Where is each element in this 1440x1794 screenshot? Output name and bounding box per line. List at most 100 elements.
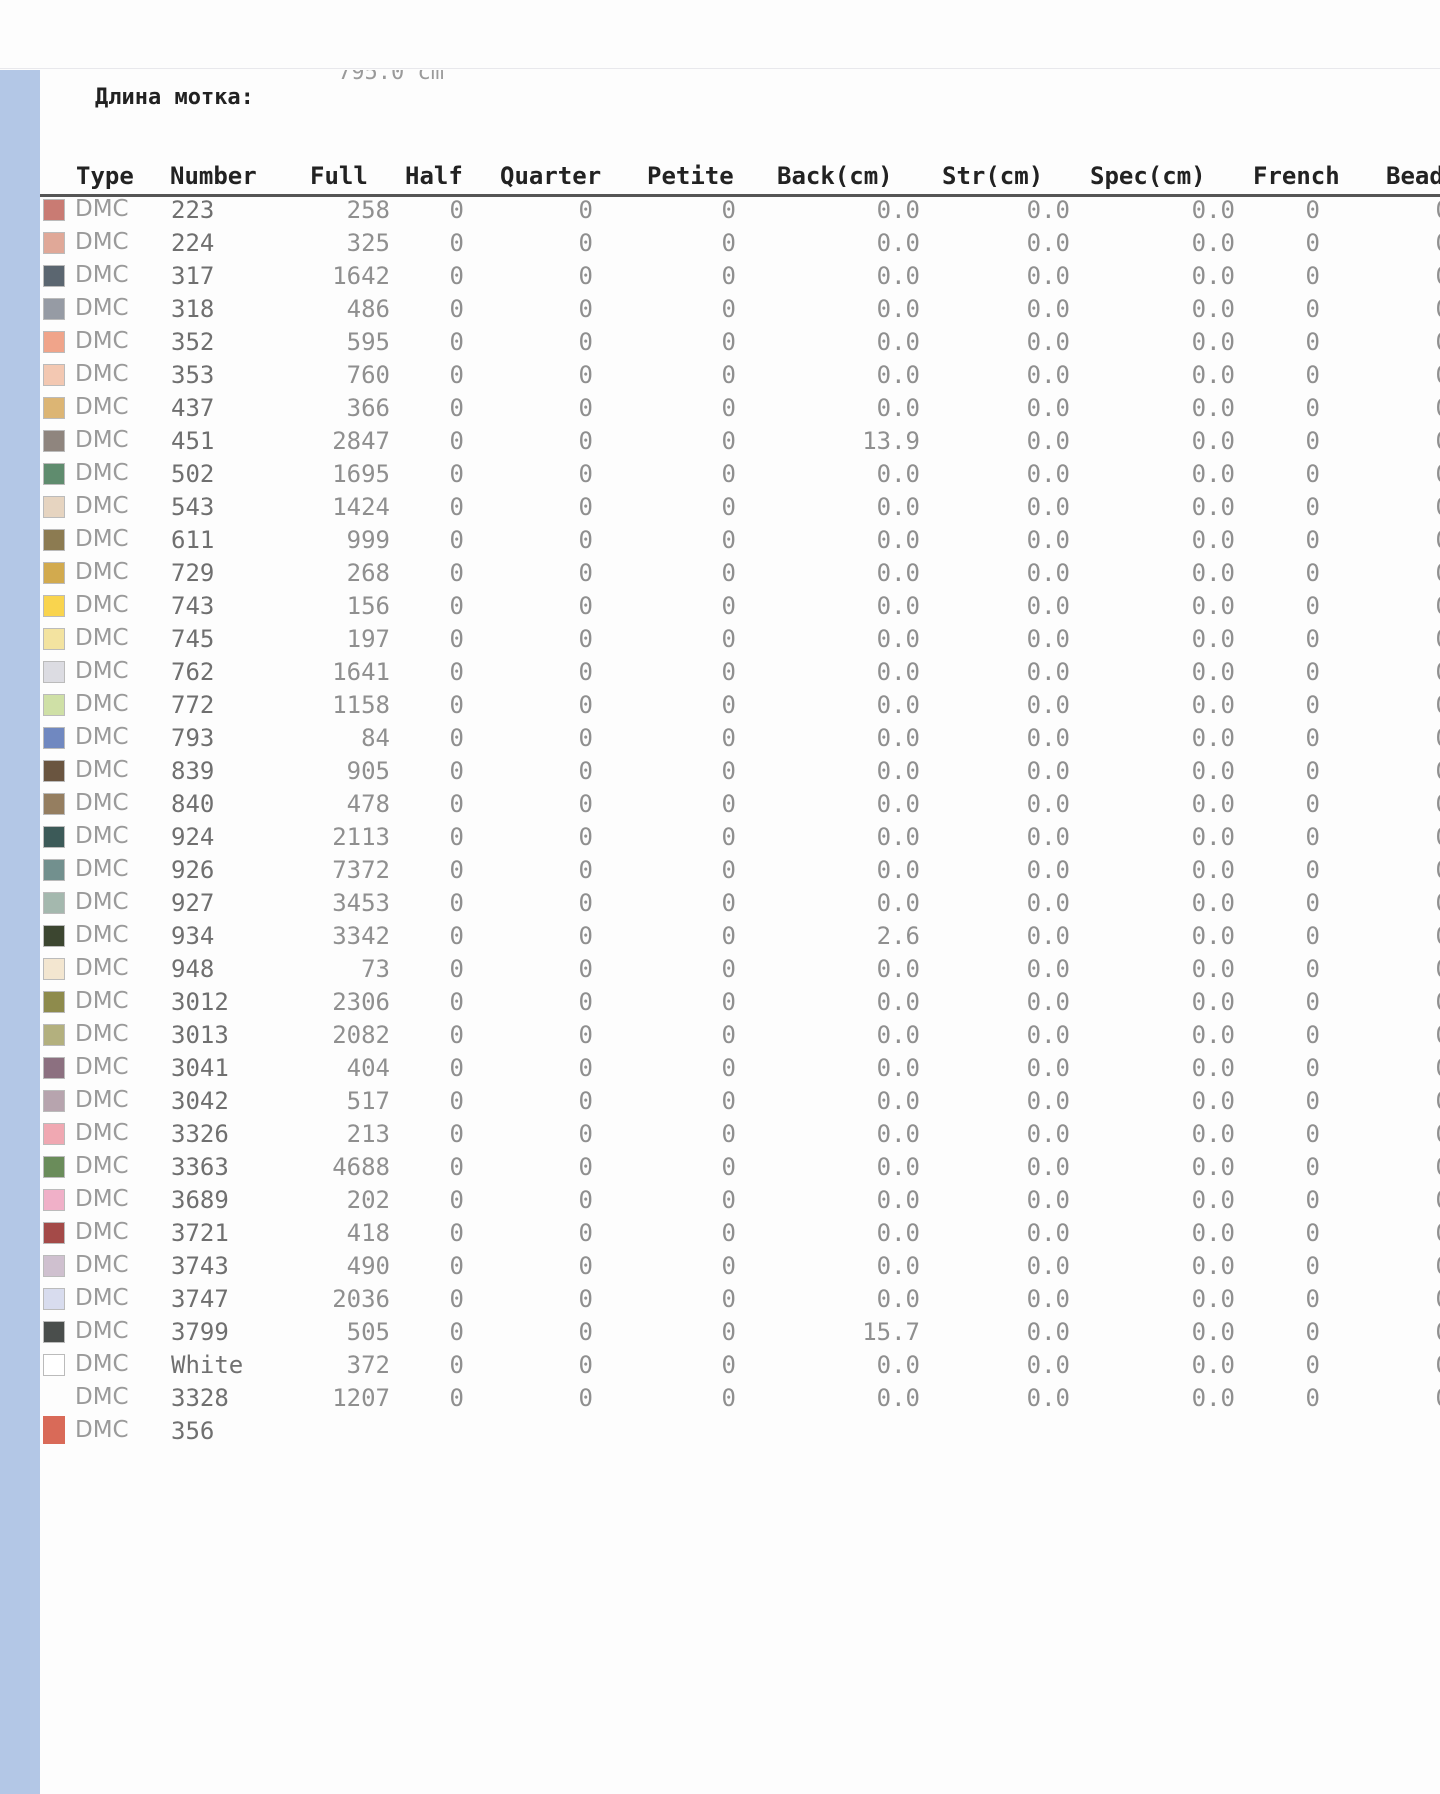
table-row[interactable]: DMC 3743 490 0 0 0 0.0 0.0 0.0 0 0 bbox=[40, 1250, 1440, 1283]
full-count: 1695 bbox=[332, 460, 390, 488]
table-row[interactable]: DMC 743 156 0 0 0 0.0 0.0 0.0 0 0 bbox=[40, 590, 1440, 623]
petite-count: 0 bbox=[721, 361, 736, 389]
table-row[interactable]: DMC 318 486 0 0 0 0.0 0.0 0.0 0 0 bbox=[40, 293, 1440, 326]
table-row[interactable]: DMC 543 1424 0 0 0 0.0 0.0 0.0 0 0 bbox=[40, 491, 1440, 524]
table-row[interactable]: DMC 3363 4688 0 0 0 0.0 0.0 0.0 0 0 bbox=[40, 1151, 1440, 1184]
table-row[interactable]: DMC 3689 202 0 0 0 0.0 0.0 0.0 0 0 bbox=[40, 1184, 1440, 1217]
back-length: 0.0 bbox=[876, 1252, 920, 1280]
back-length: 0.0 bbox=[876, 1351, 920, 1379]
back-length: 15.7 bbox=[862, 1318, 920, 1346]
petite-count: 0 bbox=[721, 790, 736, 818]
thread-number: 223 bbox=[171, 196, 215, 224]
skein-length: Длина мотка: 795.0 cm bbox=[42, 70, 444, 160]
table-row[interactable]: DMC 3041 404 0 0 0 0.0 0.0 0.0 0 0 bbox=[40, 1052, 1440, 1085]
color-swatch bbox=[43, 496, 65, 518]
thread-type: DMC bbox=[75, 922, 129, 948]
table-row[interactable]: DMC 793 84 0 0 0 0.0 0.0 0.0 0 0 bbox=[40, 722, 1440, 755]
table-row[interactable]: DMC 840 478 0 0 0 0.0 0.0 0.0 0 0 bbox=[40, 788, 1440, 821]
petite-count: 0 bbox=[721, 427, 736, 455]
back-length: 0.0 bbox=[876, 1186, 920, 1214]
top-toolbar bbox=[0, 0, 1440, 69]
table-row[interactable]: DMC 223 258 0 0 0 0.0 0.0 0.0 0 0 bbox=[40, 194, 1440, 227]
thread-number: 3328 bbox=[171, 1384, 229, 1412]
table-row[interactable]: DMC 3721 418 0 0 0 0.0 0.0 0.0 0 0 bbox=[40, 1217, 1440, 1250]
table-row[interactable]: DMC 3012 2306 0 0 0 0.0 0.0 0.0 0 0 bbox=[40, 986, 1440, 1019]
quarter-count: 0 bbox=[578, 724, 593, 752]
col-str: Str(cm) bbox=[942, 162, 1044, 190]
bead-count: 0 bbox=[1420, 361, 1440, 389]
bead-count: 0 bbox=[1420, 295, 1440, 323]
table-header: Type Number Full Half Quarter Petite Bac… bbox=[40, 158, 1440, 197]
straight-length: 0.0 bbox=[1026, 823, 1070, 851]
straight-length: 0.0 bbox=[1026, 988, 1070, 1016]
table-row[interactable]: DMC 745 197 0 0 0 0.0 0.0 0.0 0 0 bbox=[40, 623, 1440, 656]
thread-number: 839 bbox=[171, 757, 215, 785]
table-row[interactable]: DMC 502 1695 0 0 0 0.0 0.0 0.0 0 0 bbox=[40, 458, 1440, 491]
table-row[interactable]: DMC 451 2847 0 0 0 13.9 0.0 0.0 0 0 bbox=[40, 425, 1440, 458]
full-count: 595 bbox=[346, 328, 390, 356]
table-row[interactable]: DMC 3799 505 0 0 0 15.7 0.0 0.0 0 0 bbox=[40, 1316, 1440, 1349]
quarter-count: 0 bbox=[578, 229, 593, 257]
table-row[interactable]: DMC 3013 2082 0 0 0 0.0 0.0 0.0 0 0 bbox=[40, 1019, 1440, 1052]
petite-count: 0 bbox=[721, 955, 736, 983]
straight-length: 0.0 bbox=[1026, 493, 1070, 521]
thread-type: DMC bbox=[75, 1252, 129, 1278]
french-knots: 0 bbox=[1305, 1285, 1320, 1313]
thread-number: 948 bbox=[171, 955, 215, 983]
table-row[interactable]: DMC 934 3342 0 0 0 2.6 0.0 0.0 0 0 bbox=[40, 920, 1440, 953]
color-swatch bbox=[43, 1057, 65, 1079]
french-knots: 0 bbox=[1305, 295, 1320, 323]
full-count: 2306 bbox=[332, 988, 390, 1016]
table-row[interactable]: DMC 352 595 0 0 0 0.0 0.0 0.0 0 0 bbox=[40, 326, 1440, 359]
bead-count: 0 bbox=[1420, 988, 1440, 1016]
table-row[interactable]: DMC 224 325 0 0 0 0.0 0.0 0.0 0 0 bbox=[40, 227, 1440, 260]
table-row[interactable]: DMC White 372 0 0 0 0.0 0.0 0.0 0 0 bbox=[40, 1349, 1440, 1382]
thread-type: DMC bbox=[75, 856, 129, 882]
table-row[interactable]: DMC 927 3453 0 0 0 0.0 0.0 0.0 0 0 bbox=[40, 887, 1440, 920]
quarter-count: 0 bbox=[578, 823, 593, 851]
back-length: 0.0 bbox=[876, 526, 920, 554]
table-row[interactable]: DMC 3326 213 0 0 0 0.0 0.0 0.0 0 0 bbox=[40, 1118, 1440, 1151]
color-swatch bbox=[43, 1024, 65, 1046]
thread-type: DMC bbox=[75, 493, 129, 519]
back-length: 0.0 bbox=[876, 724, 920, 752]
table-row[interactable]: DMC 611 999 0 0 0 0.0 0.0 0.0 0 0 bbox=[40, 524, 1440, 557]
thread-type: DMC bbox=[75, 790, 129, 816]
special-length: 0.0 bbox=[1191, 493, 1235, 521]
table-row[interactable]: DMC 729 268 0 0 0 0.0 0.0 0.0 0 0 bbox=[40, 557, 1440, 590]
bead-count: 0 bbox=[1420, 1351, 1440, 1379]
color-swatch bbox=[43, 1123, 65, 1145]
straight-length: 0.0 bbox=[1026, 922, 1070, 950]
thread-type: DMC bbox=[75, 1186, 129, 1212]
table-row[interactable]: DMC 948 73 0 0 0 0.0 0.0 0.0 0 0 bbox=[40, 953, 1440, 986]
table-row[interactable]: DMC 356 bbox=[40, 1415, 1440, 1448]
bead-count: 0 bbox=[1420, 427, 1440, 455]
document-view[interactable]: Длина мотка: 795.0 cm Type Number Full H… bbox=[40, 70, 1440, 1794]
bead-count: 0 bbox=[1420, 1021, 1440, 1049]
bead-count: 0 bbox=[1420, 1384, 1440, 1412]
color-swatch bbox=[43, 595, 65, 617]
thread-number: 924 bbox=[171, 823, 215, 851]
color-swatch bbox=[43, 265, 65, 287]
special-length: 0.0 bbox=[1191, 724, 1235, 752]
table-row[interactable]: DMC 924 2113 0 0 0 0.0 0.0 0.0 0 0 bbox=[40, 821, 1440, 854]
col-bead: Bead bbox=[1386, 162, 1440, 190]
table-row[interactable]: DMC 772 1158 0 0 0 0.0 0.0 0.0 0 0 bbox=[40, 689, 1440, 722]
table-row[interactable]: DMC 317 1642 0 0 0 0.0 0.0 0.0 0 0 bbox=[40, 260, 1440, 293]
color-swatch bbox=[43, 1189, 65, 1211]
table-row[interactable]: DMC 437 366 0 0 0 0.0 0.0 0.0 0 0 bbox=[40, 392, 1440, 425]
table-row[interactable]: DMC 3042 517 0 0 0 0.0 0.0 0.0 0 0 bbox=[40, 1085, 1440, 1118]
half-count: 0 bbox=[449, 1021, 464, 1049]
table-row[interactable]: DMC 839 905 0 0 0 0.0 0.0 0.0 0 0 bbox=[40, 755, 1440, 788]
back-length: 0.0 bbox=[876, 1153, 920, 1181]
full-count: 2847 bbox=[332, 427, 390, 455]
back-length: 0.0 bbox=[876, 559, 920, 587]
table-row[interactable]: DMC 353 760 0 0 0 0.0 0.0 0.0 0 0 bbox=[40, 359, 1440, 392]
special-length: 0.0 bbox=[1191, 658, 1235, 686]
table-row[interactable]: DMC 3328 1207 0 0 0 0.0 0.0 0.0 0 0 bbox=[40, 1382, 1440, 1444]
table-row[interactable]: DMC 762 1641 0 0 0 0.0 0.0 0.0 0 0 bbox=[40, 656, 1440, 689]
table-row[interactable]: DMC 3747 2036 0 0 0 0.0 0.0 0.0 0 0 bbox=[40, 1283, 1440, 1316]
table-row[interactable]: DMC 926 7372 0 0 0 0.0 0.0 0.0 0 0 bbox=[40, 854, 1440, 887]
thread-type: DMC bbox=[75, 691, 129, 717]
petite-count: 0 bbox=[721, 1285, 736, 1313]
